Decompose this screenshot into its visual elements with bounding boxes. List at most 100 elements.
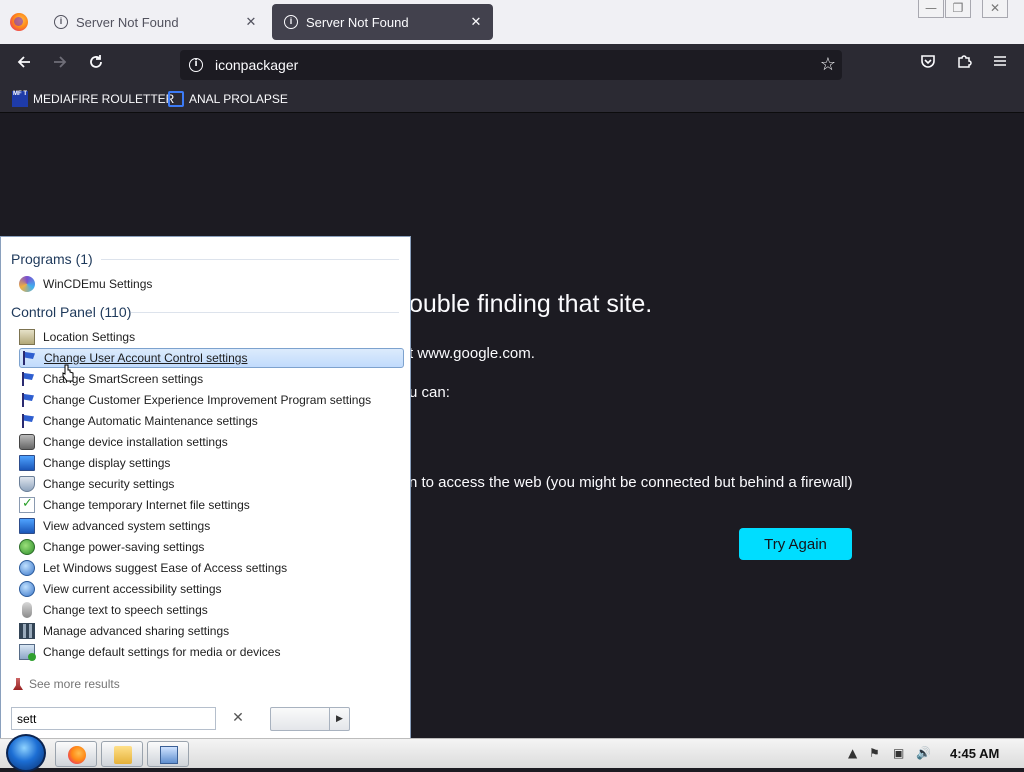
result-default-media-settings[interactable]: Change default settings for media or dev… [19, 642, 404, 662]
hamburger-menu-icon [994, 56, 1006, 66]
see-more-label: See more results [29, 677, 120, 691]
pocket-button[interactable] [915, 53, 941, 77]
puzzle-icon [958, 55, 972, 68]
flag-icon [20, 350, 36, 366]
result-change-uac-settings[interactable]: Change User Account Control settings [19, 348, 404, 368]
result-wincdemu-settings[interactable]: WinCDEmu Settings [19, 274, 404, 294]
result-label: Change device installation settings [43, 435, 228, 449]
tab-close-icon[interactable]: ✕ [465, 14, 487, 30]
result-label: Change Automatic Maintenance settings [43, 414, 258, 428]
see-more-results-link[interactable]: See more results [13, 677, 120, 691]
hand-cursor-icon [62, 364, 74, 382]
flag-icon [19, 413, 35, 429]
shutdown-button[interactable]: ▶ [270, 707, 350, 731]
result-label: Change display settings [43, 456, 171, 470]
menu-button[interactable] [987, 53, 1013, 77]
network-icon [19, 623, 35, 639]
control-panel-header[interactable]: Control Panel (110) [11, 304, 131, 320]
bookmark-anal-prolapse[interactable]: ANAL PROLAPSE [168, 91, 288, 107]
divider [101, 259, 399, 260]
bookmark-mediafire-rouletter[interactable]: MF T MEDIAFIRE ROULETTER [12, 91, 174, 107]
start-menu: Programs (1) WinCDEmu Settings Control P… [0, 236, 411, 739]
info-icon: i [284, 15, 298, 29]
reload-button[interactable] [83, 53, 109, 77]
result-label: Change default settings for media or dev… [43, 645, 281, 659]
result-change-power-saving[interactable]: Change power-saving settings [19, 537, 404, 557]
result-location-settings[interactable]: Location Settings [19, 327, 404, 347]
result-label: View current accessibility settings [43, 582, 222, 596]
action-center-flag-icon[interactable]: ⚑ [869, 746, 880, 760]
navigation-toolbar: i iconpackager ☆ [0, 44, 1024, 86]
error-heading: ouble finding that site. [409, 290, 653, 318]
close-window-button[interactable]: ✕ [982, 0, 1008, 18]
result-label: Change User Account Control settings [44, 351, 248, 365]
site-info-icon[interactable]: i [189, 58, 203, 72]
result-label: Change power-saving settings [43, 540, 205, 554]
tab-server-not-found-1[interactable]: i Server Not Found ✕ [42, 4, 268, 40]
result-ease-of-access-suggest[interactable]: Let Windows suggest Ease of Access setti… [19, 558, 404, 578]
mediafire-favicon-icon: MF T [12, 91, 28, 107]
result-change-display-settings[interactable]: Change display settings [19, 453, 404, 473]
location-icon [19, 329, 35, 345]
result-change-temp-internet-files[interactable]: Change temporary Internet file settings [19, 495, 404, 515]
result-change-device-installation[interactable]: Change device installation settings [19, 432, 404, 452]
camera-icon [19, 434, 35, 450]
volume-icon[interactable]: 🔊 [916, 746, 931, 760]
start-button[interactable] [6, 734, 46, 772]
bookmark-star-icon[interactable]: ☆ [820, 54, 836, 75]
bookmark-favicon-icon [168, 91, 184, 107]
url-text[interactable]: iconpackager [215, 57, 298, 73]
result-view-advanced-system-settings[interactable]: View advanced system settings [19, 516, 404, 536]
flag-icon [19, 371, 35, 387]
firefox-logo-icon[interactable] [10, 13, 28, 31]
forward-arrow-icon [54, 56, 67, 68]
pocket-icon [921, 55, 935, 68]
error-text-line: n to access the web (you might be connec… [409, 474, 853, 491]
result-change-smartscreen-settings[interactable]: Change SmartScreen settings [19, 369, 404, 389]
microphone-icon [22, 602, 32, 618]
display-icon [19, 455, 35, 471]
control-panel-icon [160, 746, 178, 764]
minimize-button[interactable]: — [918, 0, 944, 18]
clock[interactable]: 4:45 AM [950, 746, 999, 761]
restore-button[interactable]: ❐ [945, 0, 971, 18]
result-change-automatic-maintenance[interactable]: Change Automatic Maintenance settings [19, 411, 404, 431]
ease-of-access-icon [19, 581, 35, 597]
try-again-button[interactable]: Try Again [739, 528, 852, 560]
back-arrow-icon [17, 56, 30, 68]
result-change-ceip-settings[interactable]: Change Customer Experience Improvement P… [19, 390, 404, 410]
result-label: Change Customer Experience Improvement P… [43, 393, 372, 407]
network-tray-icon[interactable]: ▣ [893, 746, 904, 760]
back-button[interactable] [11, 53, 37, 77]
start-search-input[interactable] [11, 707, 216, 730]
result-label: Change text to speech settings [43, 603, 208, 617]
result-change-security-settings[interactable]: Change security settings [19, 474, 404, 494]
flag-icon [19, 392, 35, 408]
shutdown-options-arrow-icon[interactable]: ▶ [329, 708, 349, 730]
media-icon [19, 644, 36, 661]
forward-button[interactable] [47, 53, 73, 77]
taskbar-firefox[interactable] [55, 741, 97, 767]
result-label: Let Windows suggest Ease of Access setti… [43, 561, 288, 575]
extensions-button[interactable] [951, 53, 977, 77]
show-hidden-icons-icon[interactable]: ▲ [848, 746, 857, 760]
taskbar-control-panel[interactable] [147, 741, 189, 767]
taskbar-explorer[interactable] [101, 741, 143, 767]
result-label: Manage advanced sharing settings [43, 624, 230, 638]
programs-header[interactable]: Programs (1) [11, 251, 93, 267]
checklist-icon [19, 495, 35, 513]
search-results-icon [13, 678, 23, 690]
tab-close-icon[interactable]: ✕ [240, 14, 262, 30]
tab-server-not-found-2[interactable]: i Server Not Found ✕ [272, 4, 493, 40]
result-change-text-to-speech[interactable]: Change text to speech settings [19, 600, 404, 620]
folder-icon [114, 746, 132, 764]
power-icon [19, 539, 35, 555]
clear-search-icon[interactable]: ✕ [229, 709, 247, 727]
firefox-icon [68, 746, 86, 764]
security-icon [19, 476, 35, 492]
result-advanced-sharing[interactable]: Manage advanced sharing settings [19, 621, 404, 641]
ease-of-access-icon [19, 560, 35, 576]
address-bar[interactable]: i iconpackager ☆ [180, 50, 842, 80]
result-label: Location Settings [43, 330, 136, 344]
result-view-accessibility-settings[interactable]: View current accessibility settings [19, 579, 404, 599]
